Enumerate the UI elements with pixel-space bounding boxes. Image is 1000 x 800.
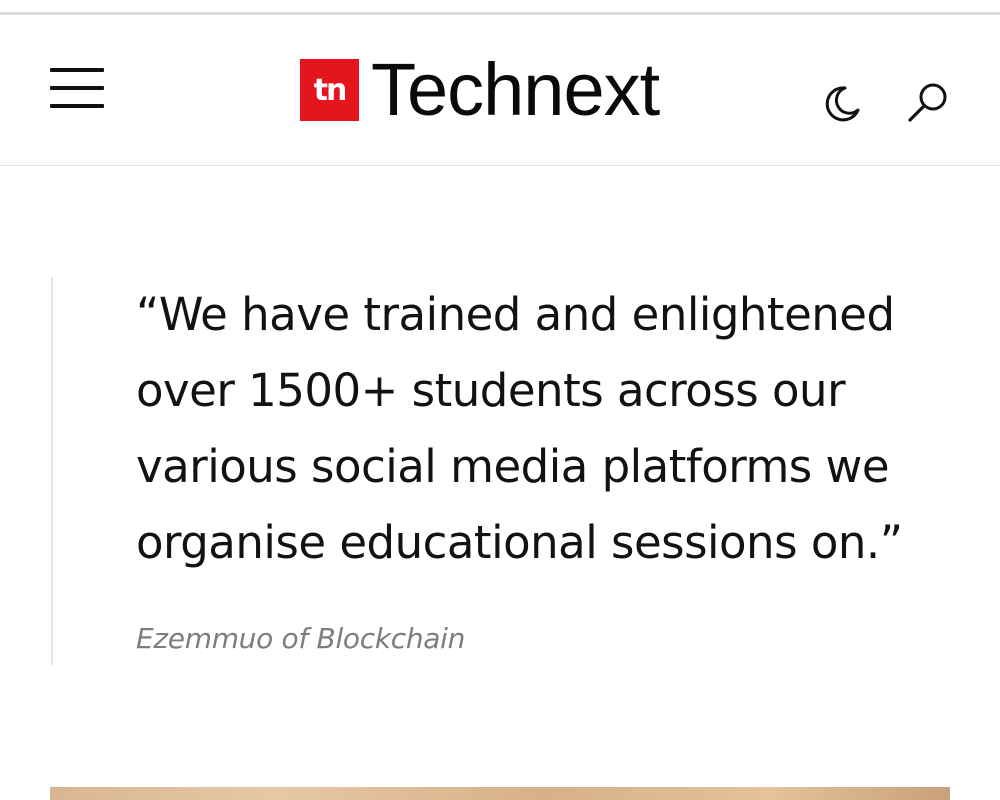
hamburger-menu-icon — [50, 68, 104, 72]
hamburger-menu-icon-bar — [50, 86, 104, 90]
site-header: tn Technext — [0, 15, 1000, 165]
quote-text: “We have trained and enlightened over 15… — [136, 277, 956, 581]
quote-border — [51, 277, 53, 665]
header-divider — [0, 165, 1000, 166]
quote-line: “We have trained and enlightened — [136, 288, 895, 341]
article-page: tn Technext “We have trained and enlight… — [0, 0, 1000, 800]
quote-line: various social media platforms we — [136, 440, 890, 493]
site-logo[interactable]: tn Technext — [300, 48, 660, 131]
dark-mode-toggle[interactable] — [820, 82, 864, 126]
quote-line: organise educational sessions on.” — [136, 516, 903, 569]
logo-badge: tn — [300, 59, 359, 121]
moon-icon — [825, 86, 860, 122]
search-button[interactable] — [905, 80, 949, 124]
pull-quote: “We have trained and enlightened over 15… — [51, 277, 951, 665]
search-icon — [908, 83, 947, 122]
quote-citation: Ezemmuo of Blockchain — [136, 622, 466, 655]
logo-text: Technext — [371, 48, 660, 131]
article-image — [50, 787, 950, 800]
menu-button[interactable] — [50, 68, 104, 112]
quote-line: over 1500+ students across our — [136, 364, 846, 417]
hamburger-menu-icon-bar — [50, 104, 104, 108]
